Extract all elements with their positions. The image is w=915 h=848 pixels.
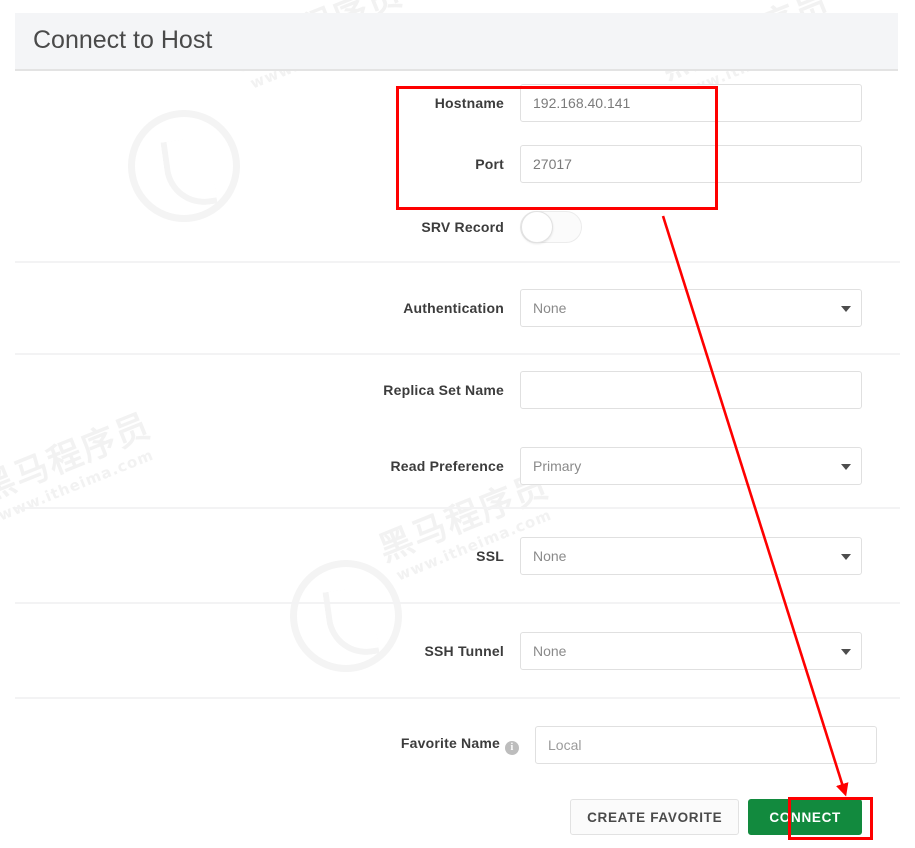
srv-record-label: SRV Record (0, 219, 520, 235)
create-favorite-button[interactable]: CREATE FAVORITE (570, 799, 739, 835)
replica-set-name-label: Replica Set Name (15, 382, 520, 398)
read-preference-label: Read Preference (15, 458, 520, 474)
authentication-label: Authentication (15, 300, 520, 316)
connect-button[interactable]: CONNECT (748, 799, 862, 835)
ssh-group: SSH Tunnel None (15, 602, 900, 697)
ssl-label: SSL (15, 548, 520, 564)
ssh-tunnel-value: None (533, 643, 566, 659)
chevron-down-icon (841, 554, 851, 560)
replica-set-name-input[interactable] (520, 371, 862, 409)
hostname-label: Hostname (0, 95, 520, 111)
read-preference-value: Primary (533, 458, 581, 474)
srv-record-control (520, 211, 915, 243)
row-favorite-name: Favorite Name i (15, 699, 900, 791)
srv-record-toggle[interactable] (520, 211, 582, 243)
favorite-group: Favorite Name i CREATE FAVORITE CONNECT (15, 697, 900, 843)
ssh-tunnel-label: SSH Tunnel (15, 643, 520, 659)
info-icon[interactable]: i (505, 741, 519, 755)
ssl-select[interactable]: None (520, 537, 862, 575)
row-replica-set-name: Replica Set Name (15, 355, 900, 425)
favorite-name-label-text: Favorite Name (401, 735, 500, 751)
authentication-select[interactable]: None (520, 289, 862, 327)
ssl-value: None (533, 548, 566, 564)
row-authentication: Authentication None (15, 263, 900, 353)
chevron-down-icon (841, 464, 851, 470)
favorite-name-input[interactable] (535, 726, 877, 764)
ssl-control: None (520, 537, 900, 575)
row-hostname: Hostname (0, 71, 915, 135)
row-ssh-tunnel: SSH Tunnel None (15, 604, 900, 697)
authentication-group: Authentication None (15, 261, 900, 353)
ssh-tunnel-select[interactable]: None (520, 632, 862, 670)
authentication-control: None (520, 289, 900, 327)
favorite-name-control (535, 726, 900, 764)
ssl-group: SSL None (15, 507, 900, 602)
toggle-knob (521, 211, 553, 243)
read-preference-select[interactable]: Primary (520, 447, 862, 485)
hostname-input[interactable] (520, 84, 862, 122)
authentication-value: None (533, 300, 566, 316)
row-port: Port (0, 135, 915, 193)
favorite-name-label: Favorite Name i (15, 735, 535, 755)
port-label: Port (0, 156, 520, 172)
ssh-tunnel-control: None (520, 632, 900, 670)
read-preference-control: Primary (520, 447, 900, 485)
connection-group: Hostname Port SRV Record (0, 71, 915, 261)
row-read-preference: Read Preference Primary (15, 425, 900, 507)
port-control (520, 145, 915, 183)
page-title: Connect to Host (33, 26, 212, 55)
connect-form: Hostname Port SRV Record Authentication (0, 71, 915, 843)
hostname-control (520, 84, 915, 122)
replica-group: Replica Set Name Read Preference Primary (15, 353, 900, 507)
row-srv-record: SRV Record (0, 193, 915, 261)
port-input[interactable] (520, 145, 862, 183)
panel-header: Connect to Host (15, 13, 898, 71)
replica-set-name-control (520, 371, 900, 409)
chevron-down-icon (841, 306, 851, 312)
row-ssl: SSL None (15, 509, 900, 602)
chevron-down-icon (841, 649, 851, 655)
action-buttons: CREATE FAVORITE CONNECT (15, 791, 900, 843)
